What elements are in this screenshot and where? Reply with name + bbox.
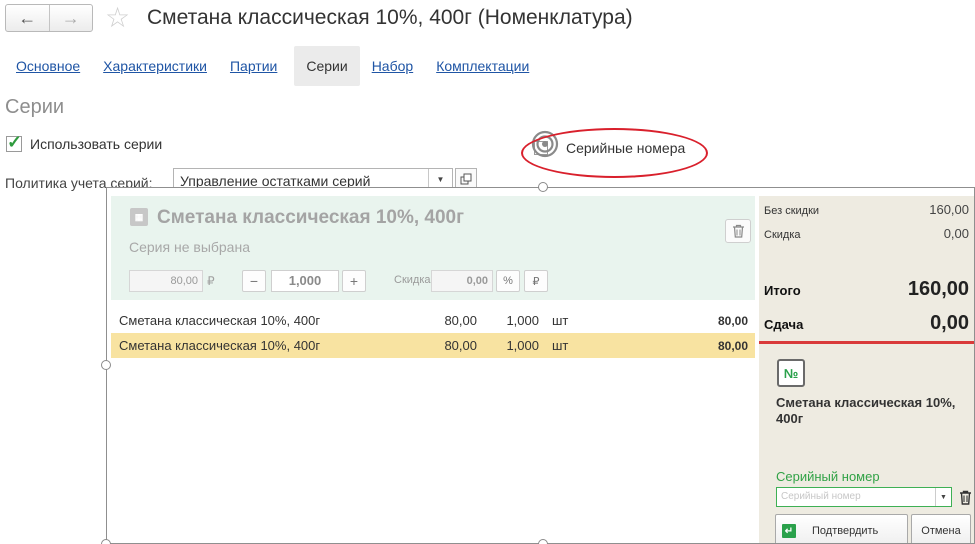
product-card: ▦ Сметана классическая 10%, 400г Серия н… (111, 196, 755, 300)
plus-button[interactable]: + (342, 270, 366, 292)
resize-handle[interactable] (101, 539, 111, 544)
tab-bar: Основное Характеристики Партии Серии Наб… (10, 46, 546, 86)
change-label: Сдача (764, 317, 804, 332)
quantity-input[interactable]: 1,000 (271, 270, 339, 292)
total-value: 160,00 (907, 278, 969, 300)
price-input[interactable]: 80,00 (129, 270, 203, 292)
currency-label: ₽ (207, 274, 215, 288)
serial-number-label: Серийный номер (776, 469, 880, 484)
chevron-down-icon[interactable]: ▼ (428, 169, 452, 189)
item-unit: шт (552, 338, 569, 353)
back-arrow-icon[interactable]: ← (6, 5, 50, 31)
item-price: 80,00 (444, 338, 477, 353)
section-title: Серии (5, 96, 65, 118)
confirm-button[interactable]: ↵ Подтвердить (775, 514, 908, 543)
tab-characteristics[interactable]: Характеристики (97, 46, 213, 86)
series-status: Серия не выбрана (129, 239, 250, 255)
change-value: 0,00 (930, 312, 969, 334)
divider (759, 341, 974, 344)
serial-number-icon: № (777, 359, 805, 387)
chevron-down-icon[interactable]: ▼ (935, 488, 951, 506)
tab-packages[interactable]: Комплектации (430, 46, 535, 86)
enter-icon: ↵ (782, 524, 796, 538)
pos-panel: ▦ Сметана классическая 10%, 400г Серия н… (106, 187, 975, 544)
list-item-selected[interactable]: Сметана классическая 10%, 400г 80,00 1,0… (111, 333, 755, 358)
serial-number-input[interactable]: Серийный номер ▼ (776, 487, 952, 507)
tab-batches[interactable]: Партии (224, 46, 283, 86)
discount-input[interactable]: 0,00 (431, 270, 493, 292)
serial-numbers-label: Серийные номера (566, 140, 686, 156)
trash-icon[interactable] (725, 219, 751, 243)
discount-summary-label: Скидка (764, 229, 801, 241)
checkmark-icon: ✓ (7, 132, 23, 152)
click-target-icon (531, 130, 559, 158)
use-series-label: Использовать серии (30, 136, 163, 152)
receipt-list: Сметана классическая 10%, 400г 80,00 1,0… (111, 308, 755, 358)
resize-handle[interactable] (538, 539, 548, 544)
item-qty: 1,000 (506, 313, 539, 328)
tab-set[interactable]: Набор (366, 46, 420, 86)
list-item[interactable]: Сметана классическая 10%, 400г 80,00 1,0… (111, 308, 755, 333)
item-name: Сметана классическая 10%, 400г (119, 338, 321, 353)
item-price: 80,00 (444, 313, 477, 328)
trash-icon[interactable] (956, 487, 974, 507)
product-title: Сметана классическая 10%, 400г (157, 207, 465, 228)
discount-summary-value: 0,00 (943, 226, 969, 241)
summary-sidebar: Без скидки 160,00 Скидка 0,00 Итого 160,… (759, 196, 974, 543)
no-discount-value: 160,00 (929, 202, 969, 217)
item-unit: шт (552, 313, 569, 328)
product-icon: ▦ (130, 208, 148, 226)
rub-button[interactable]: ₽ (524, 270, 548, 292)
window-title: Сметана классическая 10%, 400г (Номенкла… (147, 6, 633, 29)
serial-number-placeholder: Серийный номер (781, 491, 861, 502)
tab-series[interactable]: Серии (294, 46, 360, 86)
confirm-label: Подтвердить (812, 525, 879, 537)
resize-handle[interactable] (101, 360, 111, 370)
use-series-checkbox-row[interactable]: ✓ Использовать серии (6, 132, 163, 152)
no-discount-label: Без скидки (764, 205, 820, 217)
tab-main[interactable]: Основное (10, 46, 86, 86)
item-sum: 80,00 (717, 339, 748, 353)
forward-arrow-icon[interactable]: → (50, 5, 93, 31)
percent-button[interactable]: % (496, 270, 520, 292)
item-qty: 1,000 (506, 338, 539, 353)
resize-handle[interactable] (538, 182, 548, 192)
navigation-buttons: ← → (5, 4, 93, 32)
item-name: Сметана классическая 10%, 400г (119, 313, 321, 328)
favorite-star-icon[interactable]: ☆ (105, 2, 130, 34)
cancel-button[interactable]: Отмена (911, 514, 971, 543)
serial-product-name: Сметана классическая 10%, 400г (776, 395, 956, 426)
minus-button[interactable]: − (242, 270, 266, 292)
use-series-checkbox[interactable]: ✓ (6, 132, 22, 152)
item-sum: 80,00 (717, 314, 748, 328)
total-label: Итого (764, 283, 801, 298)
discount-label: Скидка (394, 274, 431, 286)
